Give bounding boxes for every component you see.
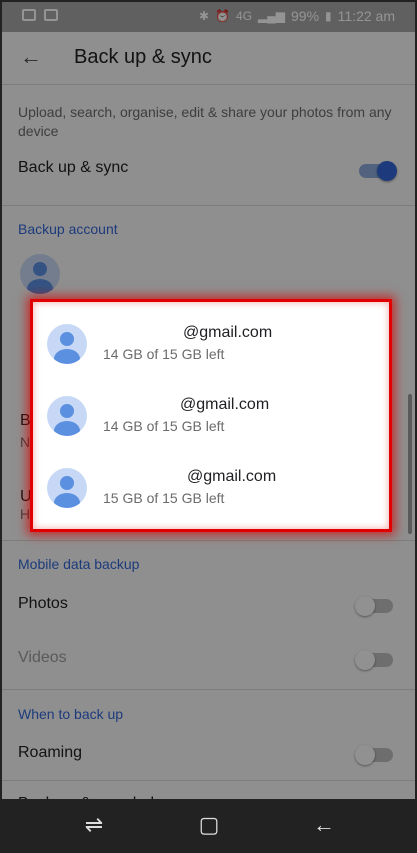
account-email: @gmail.com — [183, 324, 273, 341]
phone-screen: ✱ ⏰ 4G ▂▄▆ 99% ▮ 11:22 am ← Back up & sy… — [0, 0, 417, 853]
home-icon[interactable]: ▢ — [195, 811, 223, 839]
navigation-bar: ⇌ ▢ ← — [2, 799, 415, 851]
account-storage: 15 GB of 15 GB left — [103, 490, 225, 506]
account-option[interactable]: @gmail.com 15 GB of 15 GB left — [33, 454, 389, 526]
account-option[interactable]: @gmail.com 14 GB of 15 GB left — [33, 382, 389, 454]
recent-apps-icon[interactable]: ⇌ — [80, 811, 108, 839]
account-avatar-icon — [47, 324, 87, 364]
account-storage: 14 GB of 15 GB left — [103, 346, 225, 362]
account-option[interactable]: @gmail.com 14 GB of 15 GB left — [33, 310, 389, 382]
account-avatar-icon — [47, 396, 87, 436]
back-icon[interactable]: ← — [310, 811, 338, 839]
account-avatar-icon — [47, 468, 87, 508]
account-email: @gmail.com — [180, 396, 270, 413]
account-chooser-dialog: @gmail.com 14 GB of 15 GB left @gmail.co… — [30, 299, 392, 532]
account-storage: 14 GB of 15 GB left — [103, 418, 225, 434]
account-email: @gmail.com — [187, 468, 277, 485]
